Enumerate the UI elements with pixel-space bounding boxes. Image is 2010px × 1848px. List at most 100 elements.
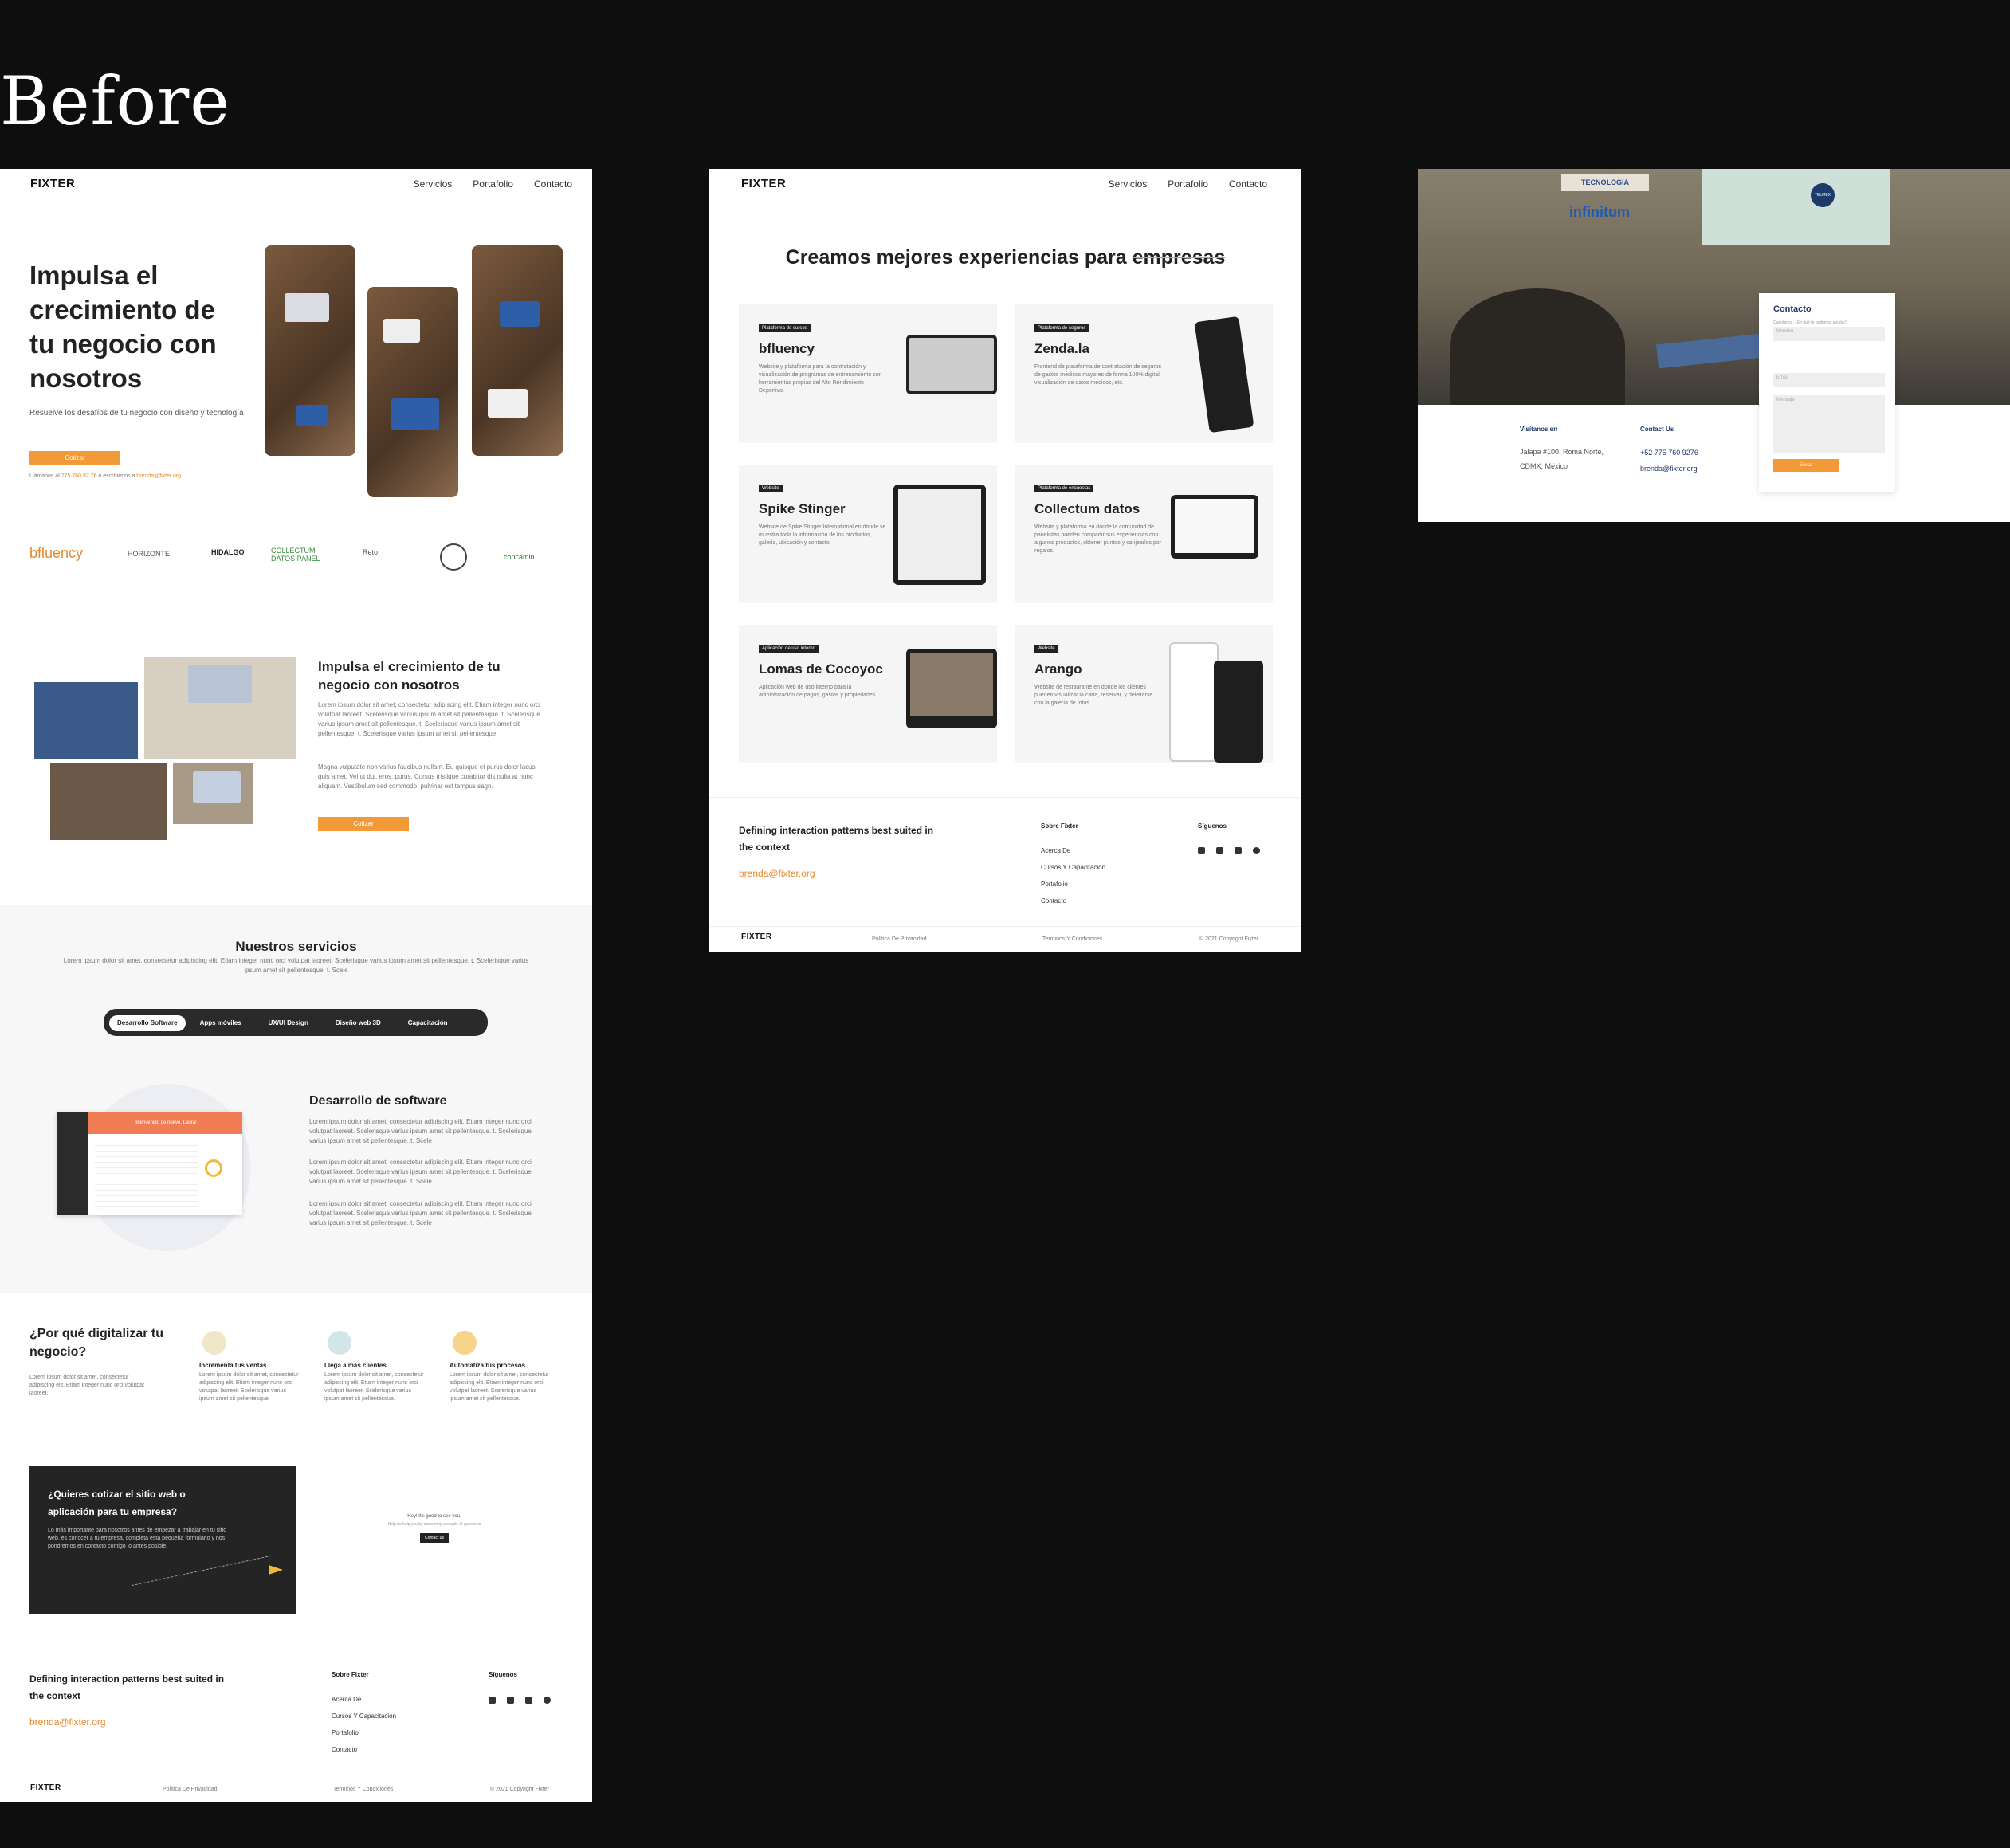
quote-desc: Lo más importante para nosotros antes de… <box>48 1528 227 1549</box>
project-card-spike-stinger[interactable]: Website Spike Stinger Website de Spike S… <box>739 465 997 603</box>
message-field[interactable]: Mensaje <box>1773 395 1885 453</box>
contact-page-mockup: TECNOLOGÍA infinitum TELMEX Contacto Cué… <box>1418 169 2010 522</box>
nav-portafolio[interactable]: Portafolio <box>473 179 513 190</box>
hero-subtitle: Resuelve los desafíos de tu negocio con … <box>29 409 244 418</box>
linkedin-icon[interactable] <box>1235 847 1242 854</box>
contact-form: Contacto Cuéntanos, ¿En qué te podemos a… <box>1759 293 1895 492</box>
project-card-arango[interactable]: Website Arango Website de restaurante en… <box>1015 625 1273 763</box>
facebook-icon[interactable] <box>1198 847 1205 854</box>
footer-follow-title: Síguenos <box>489 1671 518 1678</box>
footer-logo[interactable]: FIXTER <box>30 1783 61 1792</box>
nav-contacto[interactable]: Contacto <box>534 179 572 190</box>
footer-link-cursos[interactable]: Cursos Y Capacitación <box>332 1708 396 1724</box>
nav-portafolio[interactable]: Portafolio <box>1168 179 1208 190</box>
linkedin-icon[interactable] <box>525 1697 532 1704</box>
about-paragraph-2: Magna vulputate non varius faucibus null… <box>318 763 536 790</box>
service-detail-p1: Lorem ipsum dolor sit amet, consectetur … <box>309 1118 532 1144</box>
footer-email-link[interactable]: brenda@fixter.org <box>739 868 815 879</box>
service-detail-p3: Lorem ipsum dolor sit amet, consectetur … <box>309 1200 532 1226</box>
why-desc: Lorem ipsum dolor sit amet, consectetur … <box>29 1375 144 1396</box>
why-title: ¿Por qué digitalizar tu negocio? <box>29 1327 164 1359</box>
client-logo-bfluency: bfluency <box>29 545 84 561</box>
services-desc: Lorem ipsum dolor sit amet, consectetur … <box>63 957 529 974</box>
email-field[interactable]: Email <box>1773 373 1885 387</box>
instagram-icon[interactable] <box>1253 847 1260 854</box>
visit-title: Visítanos en <box>1520 426 1557 433</box>
facebook-icon[interactable] <box>489 1697 496 1704</box>
dashboard-mockup: ¡Bienvenido de nuevo, Laura! <box>57 1112 242 1215</box>
project-card-collectum[interactable]: Plataforma de encuestas Collectum datos … <box>1015 465 1273 603</box>
project-card-bfluency[interactable]: Plataforma de cursos bfluency Website y … <box>739 304 997 443</box>
about-paragraph-1: Lorem ipsum dolor sit amet, consectetur … <box>318 701 540 737</box>
nav-servicios[interactable]: Servicios <box>414 179 453 190</box>
why-item-1-desc: Lorem ipsum dolor sit amet, consectetur … <box>199 1372 299 1402</box>
project-card-lomas-cocoyoc[interactable]: Aplicación de uso interno Lomas de Cocoy… <box>739 625 997 763</box>
footer-about-links: Acerca De Cursos Y Capacitación Portafol… <box>1041 842 1105 909</box>
name-field[interactable]: Nombre <box>1773 327 1885 341</box>
nav-servicios[interactable]: Servicios <box>1109 179 1148 190</box>
services-tabs: Desarrollo Software Apps móviles UX/UI Des… <box>104 1009 488 1036</box>
footer-email-link[interactable]: brenda@fixter.org <box>29 1717 106 1728</box>
tab-apps-moviles[interactable]: Apps móviles <box>192 1015 249 1031</box>
paper-plane-icon <box>269 1565 283 1575</box>
tab-capacitacion[interactable]: Capacitación <box>400 1015 456 1031</box>
instagram-icon[interactable] <box>544 1697 551 1704</box>
client-logo-seal <box>440 543 467 571</box>
project-card-zenda[interactable]: Plataforma de seguros Zenda.la Frontend … <box>1015 304 1273 443</box>
footer-link-acerca[interactable]: Acerca De <box>1041 842 1105 859</box>
why-item-2-title: Llega a más clientes <box>324 1362 387 1369</box>
footer-link-portafolio[interactable]: Portafolio <box>332 1724 396 1741</box>
footer-copyright: © 2021 Copyright Fixter <box>1199 936 1259 942</box>
about-photo-3 <box>50 763 167 840</box>
footer-terms-link[interactable]: Terminos Y Condiciones <box>1042 936 1102 944</box>
hero-contact-line: Llámanos al 775 760 92 76 ó escríbenos a… <box>29 473 182 479</box>
footer-logo[interactable]: FIXTER <box>741 932 772 941</box>
why-item-3-title: Automatiza tus procesos <box>450 1362 526 1369</box>
hero-email-link[interactable]: brenda@fixter.org <box>136 473 181 479</box>
footer-link-contacto[interactable]: Contacto <box>332 1741 396 1758</box>
hero-phone-link[interactable]: 775 760 92 76 <box>61 473 97 479</box>
hero-photo-1 <box>265 245 355 456</box>
chat-contact-button[interactable]: Contact us <box>420 1533 449 1543</box>
about-photo-1 <box>34 682 138 759</box>
contact-email-link[interactable]: brenda@fixter.org <box>1640 461 1698 477</box>
hero-cotizar-button[interactable]: Cotizar <box>29 451 120 465</box>
home-page-mockup: FIXTER Servicios Portafolio Contacto Impul… <box>0 169 592 1802</box>
about-photo-4 <box>173 763 253 824</box>
sales-icon <box>202 1331 226 1355</box>
contact-phone-link[interactable]: +52 775 760 9276 <box>1640 445 1698 461</box>
portfolio-title-strike: empresas <box>1132 246 1226 269</box>
clients-icon <box>328 1331 351 1355</box>
before-heading: Before <box>0 62 230 140</box>
twitter-icon[interactable] <box>1216 847 1223 854</box>
chat-sub: Help us help you by answering a couple o… <box>387 1522 481 1527</box>
paper-plane-trail <box>131 1555 279 1617</box>
footer-privacy-link[interactable]: Política De Privacidad <box>872 936 926 944</box>
footer-privacy-link[interactable]: Política De Privacidad <box>163 1786 217 1794</box>
about-cotizar-button[interactable]: Cotizar <box>318 817 409 831</box>
client-logo-horizonte: HORIZONTE <box>128 550 170 558</box>
person-silhouette <box>1450 288 1625 405</box>
fixter-logo[interactable]: FIXTER <box>741 177 786 190</box>
contact-form-title: Contacto <box>1773 304 1812 314</box>
client-logo-reto: Reto <box>363 548 379 556</box>
fixter-logo[interactable]: FIXTER <box>30 177 75 190</box>
mock-banner: ¡Bienvenido de nuevo, Laura! <box>88 1112 242 1134</box>
chat-hello: Hey! It's good to see you. <box>407 1514 461 1519</box>
why-item-2-desc: Lorem ipsum dolor sit amet, consectetur … <box>324 1372 424 1402</box>
about-photo-2 <box>144 657 296 759</box>
tab-diseno-web-3d[interactable]: Diseño web 3D <box>328 1015 389 1031</box>
footer-link-portafolio[interactable]: Portafolio <box>1041 876 1105 893</box>
footer-link-contacto[interactable]: Contacto <box>1041 893 1105 909</box>
service-detail-title: Desarrollo de software <box>309 1094 447 1108</box>
tab-ux-ui-design[interactable]: UX/UI Design <box>261 1015 316 1031</box>
client-logo-collectum: COLLECTUM DATOS PANEL <box>271 547 320 563</box>
contact-details: +52 775 760 9276 brenda@fixter.org <box>1640 445 1698 477</box>
footer-link-acerca[interactable]: Acerca De <box>332 1691 396 1708</box>
contact-submit-button[interactable]: Enviar <box>1773 459 1839 472</box>
footer-terms-link[interactable]: Terminos Y Condiciones <box>333 1786 393 1794</box>
nav-contacto[interactable]: Contacto <box>1229 179 1267 190</box>
twitter-icon[interactable] <box>507 1697 514 1704</box>
tab-desarrollo-software[interactable]: Desarrollo Software <box>109 1015 186 1031</box>
footer-link-cursos[interactable]: Cursos Y Capacitación <box>1041 859 1105 876</box>
